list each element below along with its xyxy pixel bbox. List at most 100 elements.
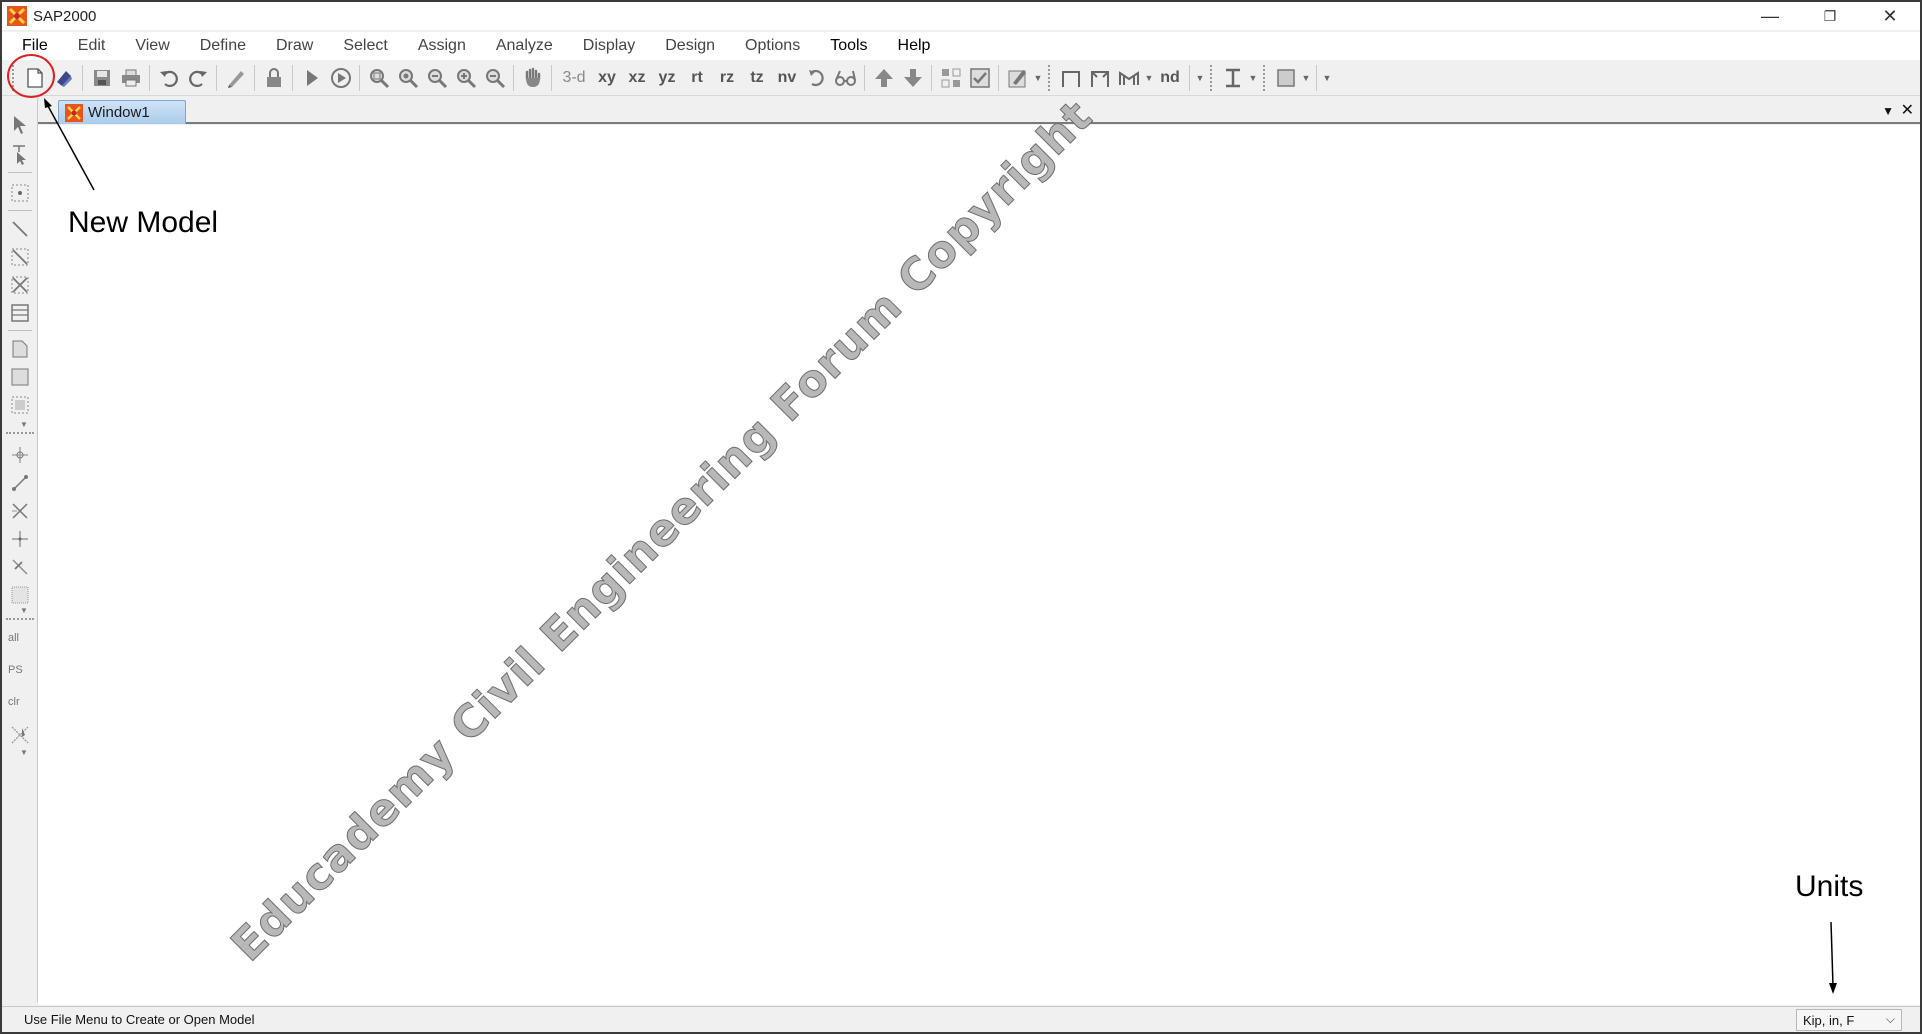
print-button[interactable] — [116, 63, 145, 93]
menu-options[interactable]: Options — [741, 35, 804, 57]
pointer-button[interactable] — [8, 112, 32, 138]
draw-section-cut-button[interactable] — [8, 526, 32, 552]
get-previous-selection-button[interactable]: PS — [8, 664, 23, 676]
section-designer-button[interactable] — [1218, 63, 1247, 93]
reshape-button[interactable] — [8, 142, 32, 168]
view-3d-button[interactable]: 3-d — [556, 63, 592, 93]
menu-tools[interactable]: Tools — [826, 35, 871, 57]
tab-list-dropdown-icon[interactable]: ▼ — [1882, 104, 1894, 118]
previous-zoom-button[interactable] — [422, 63, 451, 93]
menu-bar: File Edit View Define Draw Select Assign… — [2, 32, 1920, 60]
draw-special-joint-button[interactable] — [8, 442, 32, 468]
watermark-text: Educademy Civil Engineering Forum Copyri… — [221, 90, 1103, 972]
select-all-button[interactable]: all — [8, 632, 19, 644]
view-rz-button[interactable]: rz — [712, 63, 742, 93]
draw-link-button[interactable] — [8, 470, 32, 496]
menu-define[interactable]: Define — [196, 35, 250, 57]
draw-developed-elevation-button[interactable] — [8, 554, 32, 580]
assign-display-dropdown[interactable]: ▼ — [1032, 63, 1044, 93]
close-window-button[interactable]: ✕ — [1860, 2, 1920, 30]
area-display-button[interactable] — [1271, 63, 1300, 93]
toolbar-overflow-dropdown[interactable]: ▼ — [1321, 63, 1333, 93]
area-display-dropdown[interactable]: ▼ — [1300, 63, 1312, 93]
quick-draw-secondary-beams-button[interactable] — [8, 300, 32, 326]
reshape-pointer-icon — [13, 145, 26, 165]
checkbox-icon — [969, 67, 990, 88]
view-xy-button[interactable]: xy — [592, 63, 622, 93]
menu-edit[interactable]: Edit — [74, 35, 110, 57]
run-analysis-button[interactable] — [297, 63, 326, 93]
view-nv-button[interactable]: nv — [772, 63, 802, 93]
rotate-3d-button[interactable] — [802, 63, 831, 93]
draw-tendon-button[interactable] — [8, 498, 32, 524]
move-up-button[interactable] — [869, 63, 898, 93]
frame-section-button[interactable] — [1056, 63, 1085, 93]
restore-button[interactable]: ❐ — [1800, 2, 1860, 30]
zoom-full-icon — [398, 68, 418, 88]
pan-button[interactable] — [518, 63, 547, 93]
menu-view[interactable]: View — [131, 35, 173, 57]
draw-joint-button[interactable] — [8, 180, 32, 206]
redo-button[interactable] — [183, 63, 212, 93]
draw-tools-dropdown[interactable]: ▼ — [20, 606, 28, 615]
toolbar-grip-2[interactable] — [1048, 64, 1052, 91]
toolbar-grip-4[interactable] — [1263, 64, 1267, 91]
section-designer-dropdown[interactable]: ▼ — [1247, 63, 1259, 93]
units-dropdown[interactable]: Kip, in, F ⌵ — [1796, 1009, 1902, 1031]
view-rt-button[interactable]: rt — [682, 63, 712, 93]
menu-display[interactable]: Display — [579, 35, 639, 57]
menu-draw[interactable]: Draw — [272, 35, 317, 57]
window-title: SAP2000 — [33, 7, 97, 25]
secondary-beams-icon — [11, 304, 29, 322]
minimize-button[interactable]: — — [1740, 2, 1800, 30]
draw-rect-area-button[interactable] — [8, 364, 32, 390]
undo-button[interactable] — [154, 63, 183, 93]
area-tools-dropdown[interactable]: ▼ — [20, 420, 28, 429]
node-display-dropdown[interactable]: ▼ — [1194, 63, 1206, 93]
draw-poly-area-button[interactable] — [8, 336, 32, 362]
quick-draw-area-button[interactable] — [8, 392, 32, 418]
view-tz-button[interactable]: tz — [742, 63, 772, 93]
restore-full-view-button[interactable] — [393, 63, 422, 93]
zoom-in-button[interactable] — [451, 63, 480, 93]
assign-display-button[interactable] — [1003, 63, 1032, 93]
perspective-toggle-button[interactable] — [831, 63, 860, 93]
draw-frame-button[interactable] — [8, 216, 32, 242]
draw-solid-button[interactable] — [8, 582, 32, 608]
braced-frame-button[interactable] — [1085, 63, 1114, 93]
view-yz-button[interactable]: yz — [652, 63, 682, 93]
save-button[interactable] — [87, 63, 116, 93]
rubber-band-zoom-button[interactable] — [364, 63, 393, 93]
section-cut-icon — [12, 531, 28, 547]
lock-model-button[interactable] — [259, 63, 288, 93]
menu-assign[interactable]: Assign — [414, 35, 470, 57]
select-tools-dropdown[interactable]: ▼ — [20, 748, 28, 757]
redo-icon — [188, 70, 207, 87]
refresh-view-button[interactable] — [221, 63, 250, 93]
frame-type-dropdown[interactable]: ▼ — [1143, 63, 1155, 93]
node-display-button[interactable]: nd — [1155, 63, 1185, 93]
quick-draw-braces-button[interactable] — [8, 272, 32, 298]
close-tab-icon[interactable]: ✕ — [1901, 100, 1914, 120]
toolbar-grip-3[interactable] — [1210, 64, 1214, 91]
quick-draw-frame-button[interactable] — [8, 244, 32, 270]
glasses-icon — [834, 70, 856, 86]
run-now-button[interactable] — [326, 63, 355, 93]
menu-help[interactable]: Help — [894, 35, 935, 57]
view-xz-button[interactable]: xz — [622, 63, 652, 93]
move-down-button[interactable] — [898, 63, 927, 93]
menu-analyze[interactable]: Analyze — [492, 35, 557, 57]
grid-button[interactable] — [936, 63, 965, 93]
edit-display-icon — [1008, 69, 1026, 87]
intersecting-line-select-button[interactable] — [8, 722, 32, 748]
check-model-button[interactable] — [965, 63, 994, 93]
truss-button[interactable] — [1114, 63, 1143, 93]
zoom-out-button[interactable] — [480, 63, 509, 93]
menu-design[interactable]: Design — [661, 35, 719, 57]
model-canvas[interactable]: Educademy Civil Engineering Forum Copyri… — [38, 90, 1920, 1005]
menu-select[interactable]: Select — [339, 35, 391, 57]
tab-window1[interactable]: Window1 — [58, 100, 186, 124]
new-model-highlight-circle — [7, 54, 55, 98]
undo-icon — [159, 70, 178, 87]
clear-selection-button[interactable]: clr — [8, 696, 20, 708]
